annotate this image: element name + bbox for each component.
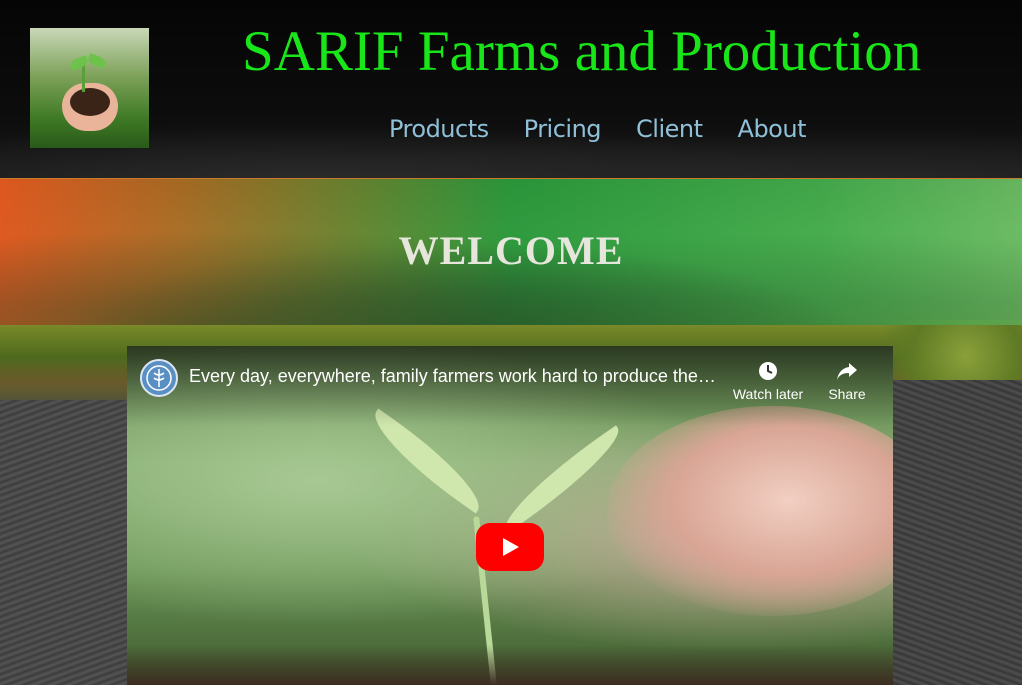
- welcome-heading: WELCOME: [398, 228, 624, 273]
- video-thumbnail-soil: [127, 645, 893, 685]
- watch-later-button[interactable]: Watch later: [727, 360, 809, 402]
- site-title: SARIF Farms and Production: [242, 20, 922, 83]
- sand-dune-right: [882, 380, 1022, 685]
- clock-icon: [727, 360, 809, 386]
- nav-link-pricing[interactable]: Pricing: [524, 115, 602, 143]
- nav-link-client[interactable]: Client: [636, 115, 703, 143]
- watch-later-label: Watch later: [732, 386, 804, 402]
- soil-icon: [70, 88, 110, 116]
- play-icon: [503, 538, 519, 556]
- welcome-banner: WELCOME: [0, 179, 1022, 325]
- play-button[interactable]: [476, 523, 544, 571]
- sand-dune-left: [0, 400, 140, 685]
- nav-link-products[interactable]: Products: [389, 115, 489, 143]
- fao-logo-icon: [146, 365, 172, 391]
- site-logo[interactable]: [30, 28, 149, 148]
- video-title[interactable]: Every day, everywhere, family farmers wo…: [189, 366, 719, 387]
- embedded-video-player[interactable]: Every day, everywhere, family farmers wo…: [127, 346, 893, 685]
- share-button[interactable]: Share: [822, 360, 872, 402]
- site-header: SARIF Farms and Production Products Pric…: [0, 0, 1022, 179]
- video-thumbnail-hand: [607, 406, 893, 616]
- nav-link-about[interactable]: About: [738, 115, 807, 143]
- main-nav: Products Pricing Client About: [389, 115, 807, 143]
- share-icon: [822, 360, 872, 386]
- channel-avatar[interactable]: [140, 359, 178, 397]
- share-label: Share: [828, 386, 866, 402]
